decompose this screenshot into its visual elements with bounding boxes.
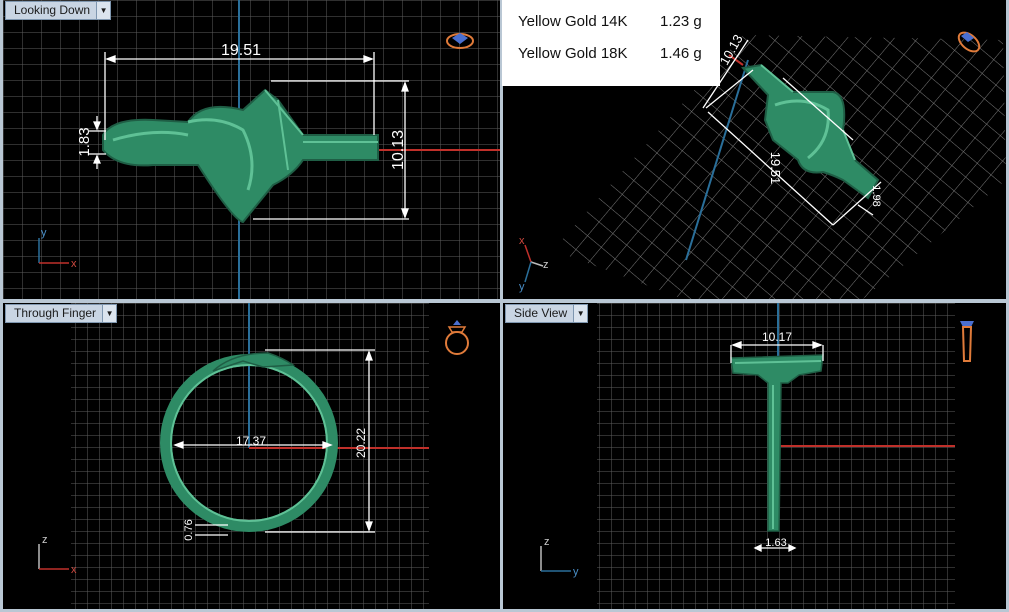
viewport-canvas: 19.51 10.13 1.83 y x xyxy=(3,0,500,299)
axis-label-x: x xyxy=(71,258,77,270)
dim-thickness-label: 1.98 xyxy=(870,185,882,206)
chevron-down-icon[interactable]: ▼ xyxy=(102,305,117,322)
dim-diameter-label: 17.37 xyxy=(236,434,266,448)
dim-shank-label: 1.63 xyxy=(765,537,786,549)
dim-height-label: 10.13 xyxy=(390,130,407,170)
chevron-down-icon[interactable]: ▼ xyxy=(573,305,588,322)
axis-label-z: z xyxy=(42,534,48,546)
view-selector[interactable]: Through Finger ▼ xyxy=(5,304,118,323)
view-label: Through Finger xyxy=(14,306,97,320)
dim-top-width-label: 10.17 xyxy=(762,330,792,344)
axis-label-y: y xyxy=(573,566,579,578)
axis-label-x: x xyxy=(519,235,525,247)
metal-weight: 1.23 g xyxy=(660,13,702,30)
viewport-looking-down[interactable]: Looking Down ▼ 19.51 10.13 1.83 y x xyxy=(3,0,500,299)
viewport-side-view[interactable]: Side View ▼ 10.17 1.63 z y xyxy=(503,303,1006,609)
axis-gizmo: x z y xyxy=(519,235,549,293)
axis-label-z: z xyxy=(544,536,550,548)
axis-label-x: x xyxy=(71,564,77,576)
viewport-canvas: 10.17 1.63 z y xyxy=(540,303,974,609)
weight-row: Yellow Gold 14K 1.23 g xyxy=(518,13,702,30)
weight-row: Yellow Gold 18K 1.46 g xyxy=(518,45,702,62)
view-selector[interactable]: Looking Down ▼ xyxy=(5,1,112,20)
dim-width-label: 19.51 xyxy=(768,152,783,185)
viewport-through-finger[interactable]: Through Finger ▼ 17.37 20.22 0.76 z x xyxy=(3,303,500,609)
dim-thickness-label: 1.83 xyxy=(76,127,93,156)
chevron-down-icon[interactable]: ▼ xyxy=(96,2,111,19)
metal-name: Yellow Gold 18K xyxy=(518,45,628,62)
view-label: Looking Down xyxy=(14,3,91,17)
axis-label-y: y xyxy=(519,281,525,293)
axis-label-y: y xyxy=(41,227,47,239)
axis-label-z: z xyxy=(543,259,549,271)
dim-band-label: 0.76 xyxy=(183,519,195,540)
ring-orientation-icon[interactable] xyxy=(960,321,974,362)
metal-weight-panel: Yellow Gold 14K 1.23 g Yellow Gold 18K 1… xyxy=(502,0,720,86)
axis-gizmo: z y xyxy=(540,536,579,578)
dim-width-label: 19.51 xyxy=(221,42,261,59)
view-label: Side View xyxy=(514,306,568,320)
viewport-canvas: 17.37 20.22 0.76 z x xyxy=(38,303,469,609)
metal-name: Yellow Gold 14K xyxy=(518,13,628,30)
ring-orientation-icon[interactable] xyxy=(445,320,469,355)
metal-weight: 1.46 g xyxy=(660,45,702,62)
dim-outer-height-label: 20.22 xyxy=(354,428,368,458)
view-selector[interactable]: Side View ▼ xyxy=(505,304,589,323)
